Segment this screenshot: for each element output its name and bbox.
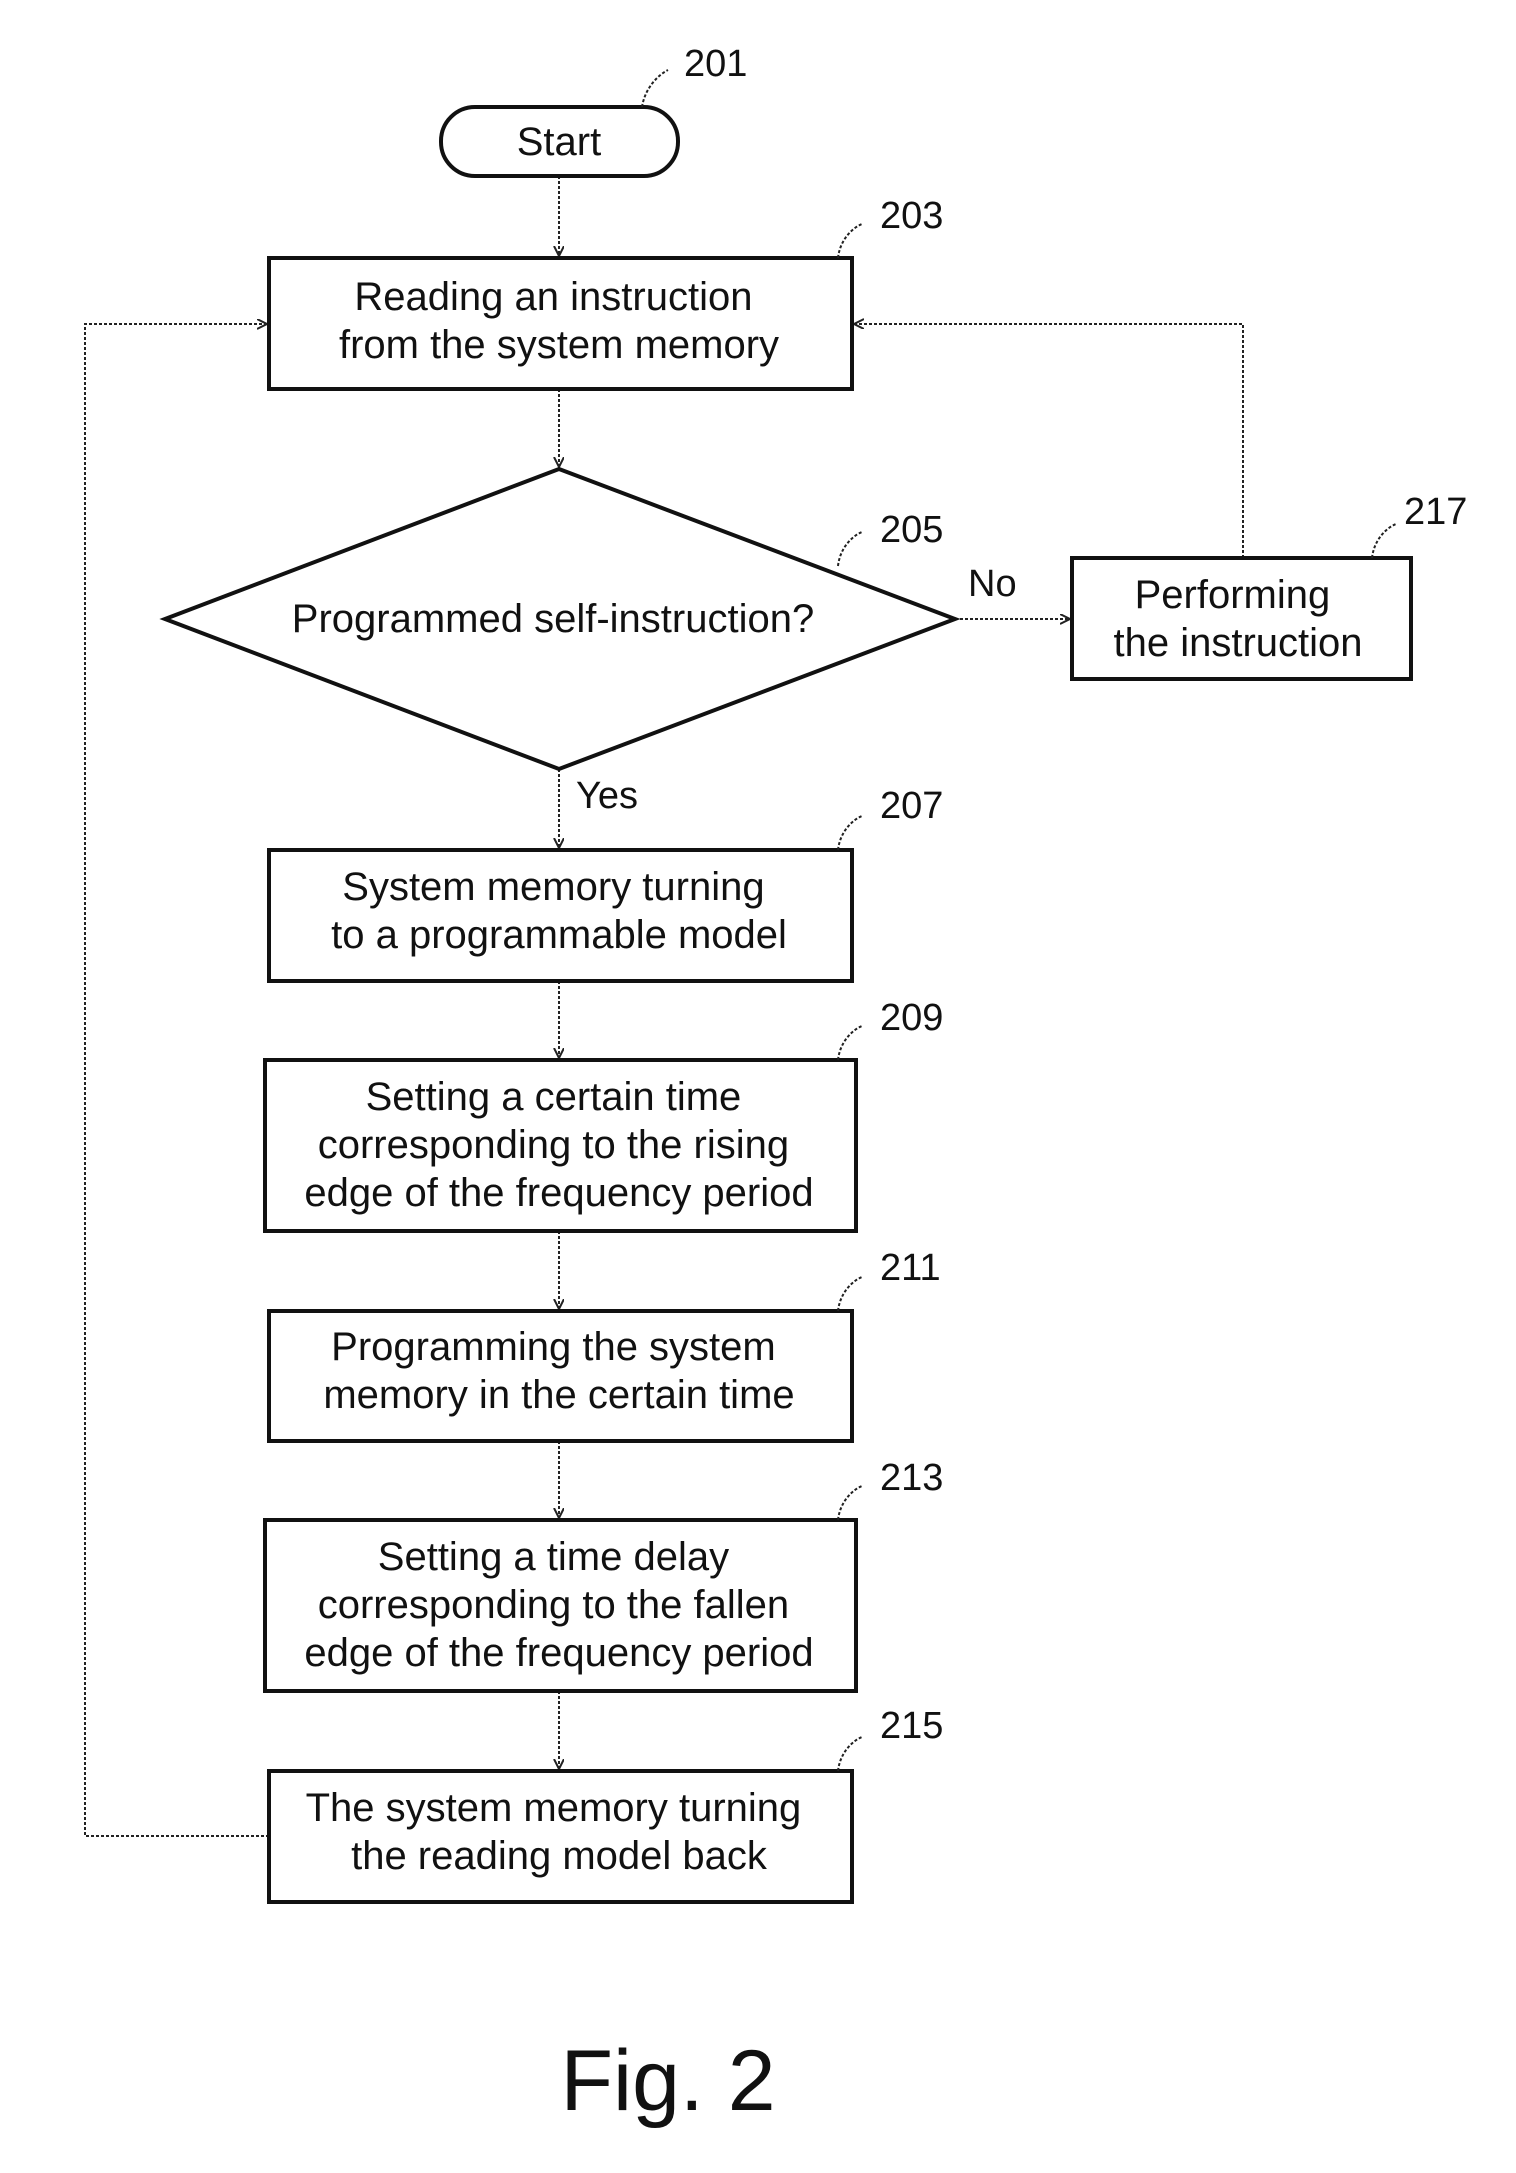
leader-203 — [837, 223, 863, 259]
node-decision: Programmed self-instruction? — [159, 466, 961, 772]
node-set-delay: Setting a time delay corresponding to th… — [263, 1518, 858, 1693]
leader-207 — [837, 815, 863, 851]
node-turn-back: The system memory turning the reading mo… — [267, 1769, 854, 1904]
node-turn-prog: System memory turning to a programmable … — [267, 848, 854, 983]
leader-201 — [641, 69, 669, 108]
node-set-time: Setting a certain time corresponding to … — [263, 1058, 858, 1233]
leader-217 — [1371, 523, 1397, 559]
ref-209: 209 — [880, 997, 943, 1039]
edge-label-yes: Yes — [576, 775, 638, 817]
node-perform: Performing the instruction — [1070, 556, 1413, 681]
ref-215: 215 — [880, 1705, 943, 1747]
node-start-text: Start — [517, 120, 601, 164]
node-read: Reading an instruction from the system m… — [267, 256, 854, 391]
leader-213 — [837, 1485, 863, 1521]
ref-211: 211 — [880, 1247, 941, 1289]
ref-217: 217 — [1404, 491, 1467, 533]
node-start: Start — [439, 105, 680, 178]
node-decision-text: Programmed self-instruction? — [292, 597, 814, 641]
flowchart: No Yes Start Reading an instruction from… — [84, 43, 1467, 2129]
ref-213: 213 — [880, 1457, 943, 1499]
ref-203: 203 — [880, 195, 943, 237]
edge-label-no: No — [968, 563, 1017, 605]
figure-caption: Fig. 2 — [560, 2033, 775, 2129]
ref-201: 201 — [684, 43, 747, 85]
leader-215 — [837, 1736, 863, 1772]
ref-207: 207 — [880, 785, 943, 827]
node-set-time-text: Setting a certain time corresponding to … — [304, 1075, 813, 1215]
leader-211 — [837, 1276, 863, 1312]
edge-turn-back-to-read — [84, 324, 269, 1837]
ref-205: 205 — [880, 509, 943, 551]
leader-209 — [837, 1025, 863, 1061]
leader-205 — [837, 531, 863, 567]
node-set-delay-text: Setting a time delay corresponding to th… — [304, 1535, 813, 1675]
node-program: Programming the system memory in the cer… — [267, 1309, 854, 1443]
